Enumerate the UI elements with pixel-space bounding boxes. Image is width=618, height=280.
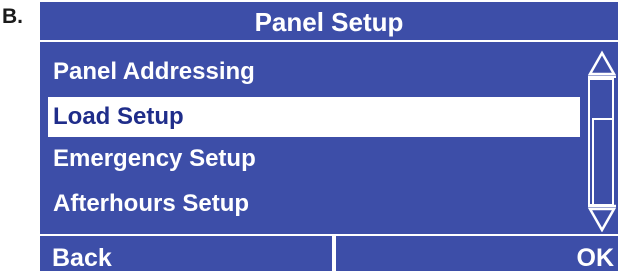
panel-setup-screen: Panel Setup Panel Addressing Load Setup …	[40, 2, 618, 272]
menu-item-panel-addressing[interactable]: Panel Addressing	[48, 52, 580, 92]
scrollbar-track[interactable]	[588, 78, 614, 206]
softkey-separator	[332, 236, 336, 271]
scroll-up-icon[interactable]	[587, 50, 617, 78]
menu-item-afterhours-setup[interactable]: Afterhours Setup	[48, 184, 580, 224]
scrollbar-thumb[interactable]	[592, 118, 614, 206]
figure-label: B.	[2, 5, 23, 28]
softkey-bar-divider	[40, 234, 618, 236]
ok-button[interactable]: OK	[577, 236, 615, 272]
screen-title: Panel Setup	[40, 2, 618, 42]
menu-item-emergency-setup[interactable]: Emergency Setup	[48, 139, 580, 179]
scroll-down-icon[interactable]	[587, 204, 617, 232]
menu-item-load-setup[interactable]: Load Setup	[48, 97, 580, 137]
back-button[interactable]: Back	[52, 236, 112, 272]
